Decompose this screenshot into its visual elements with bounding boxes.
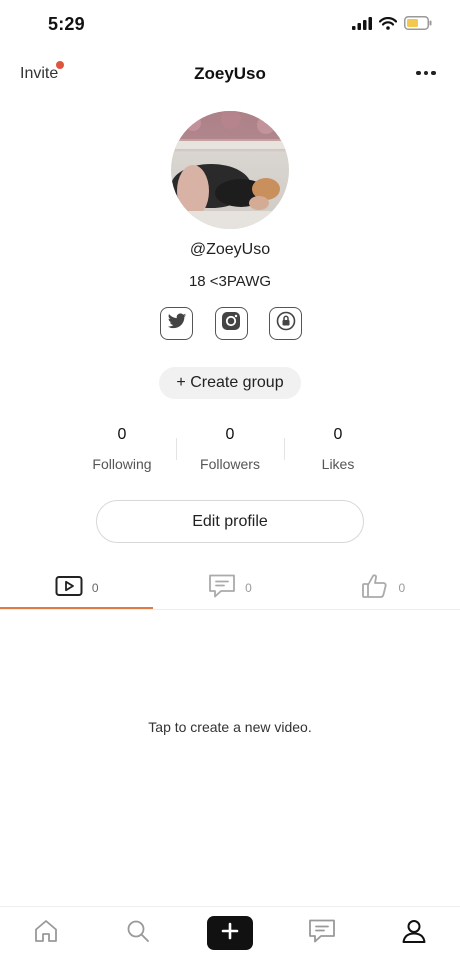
home-icon	[33, 918, 59, 949]
messages-icon	[308, 918, 336, 949]
social-links	[160, 307, 302, 341]
tab-videos[interactable]: 0	[0, 566, 153, 610]
nav-profile[interactable]	[391, 913, 437, 953]
private-link-button[interactable]	[269, 307, 302, 340]
more-dot	[431, 70, 436, 76]
profile-bio: 18 <3PAWG	[188, 273, 272, 290]
profile-header: Invite ZoeyUso	[0, 55, 460, 95]
thumbs-up-icon	[361, 572, 389, 605]
more-horizontal-icon	[416, 70, 421, 76]
stat-label: Followers	[200, 456, 260, 472]
stat-label: Following	[92, 456, 152, 472]
tab-likes[interactable]: 0	[307, 566, 460, 610]
edit-profile-button[interactable]: Edit profile	[96, 500, 364, 543]
add-icon	[221, 922, 239, 945]
stat-value: 0	[117, 426, 127, 443]
stat-value: 0	[225, 426, 235, 443]
wifi-icon	[378, 16, 398, 35]
nav-home[interactable]	[23, 913, 69, 953]
more-dot	[423, 70, 429, 76]
nav-search[interactable]	[115, 913, 161, 953]
battery-icon	[404, 16, 432, 35]
tab-count: 0	[245, 581, 252, 595]
stat-divider	[176, 438, 177, 460]
twitter-icon	[167, 312, 187, 335]
stat-label: Likes	[321, 456, 355, 472]
stat-divider	[284, 438, 285, 460]
lock-icon	[276, 311, 296, 336]
more-options-button[interactable]	[412, 59, 440, 87]
empty-state-message: Tap to create a new video.	[148, 719, 312, 735]
cellular-signal-icon	[352, 16, 372, 35]
comment-icon	[208, 573, 236, 604]
content-tabs: 0 0 0	[0, 566, 460, 610]
avatar[interactable]	[171, 111, 289, 229]
nav-create[interactable]	[207, 913, 253, 953]
search-icon	[125, 918, 151, 949]
create-group-button[interactable]: + Create group	[159, 367, 301, 399]
status-icons	[352, 16, 432, 35]
bottom-nav	[0, 906, 460, 959]
stat-followers[interactable]: 0 Followers	[176, 426, 284, 476]
status-time: 5:29	[48, 14, 85, 34]
stat-likes[interactable]: 0 Likes	[284, 426, 392, 476]
stat-value: 0	[333, 426, 343, 443]
status-bar: 5:29	[0, 0, 460, 50]
tab-count: 0	[398, 581, 406, 595]
stat-following[interactable]: 0 Following	[68, 426, 176, 476]
page-title: ZoeyUso	[194, 64, 266, 83]
profile-stats: 0 Following 0 Followers 0 Likes	[68, 426, 392, 476]
profile-handle: @ZoeyUso	[189, 241, 271, 258]
tab-count: 0	[91, 581, 99, 595]
profile-icon	[401, 918, 427, 949]
instagram-icon	[221, 311, 241, 336]
video-icon	[55, 575, 83, 602]
nav-messages[interactable]	[299, 913, 345, 953]
tab-comments[interactable]: 0	[153, 566, 306, 610]
twitter-link-button[interactable]	[160, 307, 193, 340]
instagram-link-button[interactable]	[214, 307, 248, 340]
tabs-divider	[0, 609, 460, 610]
add-button[interactable]	[207, 916, 253, 950]
active-tab-indicator	[0, 607, 153, 609]
